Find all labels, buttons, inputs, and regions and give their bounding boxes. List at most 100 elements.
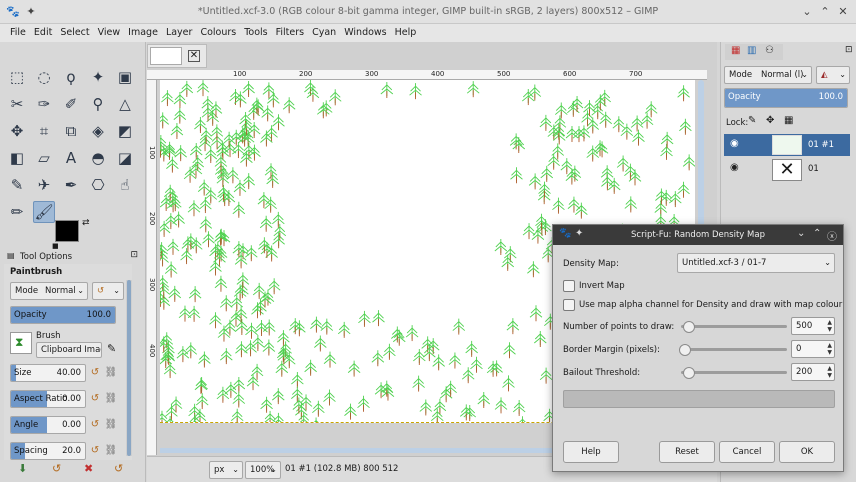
spacing-slider[interactable]: Spacing 20.0 — [10, 442, 86, 460]
close-icon[interactable]: ✕ — [836, 5, 850, 19]
border-spinbox[interactable]: 0 ▲ ▼ — [791, 340, 835, 358]
chevron-up-icon[interactable]: ⌃ — [818, 5, 832, 19]
rect-select-icon[interactable]: ⬚ — [6, 66, 28, 88]
layer-row[interactable]: ◉ 01 #1 — [724, 134, 850, 156]
chevron-down-icon[interactable]: ⌄ — [797, 228, 805, 239]
link-icon[interactable]: ⛓ — [104, 442, 118, 460]
spin-arrows-icon[interactable]: ▲ ▼ — [827, 342, 832, 356]
move-icon[interactable]: ✥ — [6, 120, 28, 142]
eye-icon[interactable]: ◉ — [730, 138, 739, 149]
menu-select[interactable]: Select — [56, 24, 93, 42]
layer-composite-button[interactable]: ◭ ⌄ — [816, 66, 850, 84]
spin-arrows-icon[interactable]: ▲ ▼ — [827, 319, 832, 333]
smudge-icon[interactable]: ☝ — [114, 174, 136, 196]
menu-view[interactable]: View — [94, 24, 125, 42]
bucket-fill-icon[interactable]: ◓ — [87, 147, 109, 169]
cancel-button[interactable]: Cancel — [719, 441, 775, 463]
default-colors-icon[interactable]: ■ — [52, 242, 59, 250]
close-icon[interactable]: ⓧ — [827, 228, 837, 243]
aspect-ratio-slider[interactable]: Aspect Ratio 0.00 — [10, 390, 86, 408]
zoom-select[interactable]: 100% ⌄ — [245, 461, 281, 479]
ok-button[interactable]: OK — [779, 441, 835, 463]
mode-select[interactable]: Mode Normal ⌄ — [10, 282, 88, 300]
save-options-icon[interactable]: ⬇ — [18, 462, 27, 475]
menu-filters[interactable]: Filters — [272, 24, 308, 42]
ink-icon[interactable]: ✒ — [60, 174, 82, 196]
opacity-slider[interactable]: Opacity 100.0 — [10, 306, 116, 324]
spin-arrows-icon[interactable]: ▲ ▼ — [827, 365, 832, 379]
flip-icon[interactable]: ◧ — [6, 147, 28, 169]
warp-icon[interactable]: ◈ — [87, 120, 109, 142]
image-tab[interactable]: ✕ — [147, 44, 207, 68]
lock-position-icon[interactable]: ✥ — [766, 115, 774, 126]
menu-edit[interactable]: Edit — [30, 24, 56, 42]
reset-icon[interactable]: ↺ — [88, 364, 102, 382]
unified-transform-icon[interactable]: ⧉ — [60, 120, 82, 142]
reset-icon[interactable]: ↺ — [88, 416, 102, 434]
brush-name[interactable]: Clipboard Image — [36, 342, 102, 358]
close-icon[interactable]: ✕ — [188, 50, 200, 62]
layer-row[interactable]: ◉ ✕ 01 — [724, 158, 850, 181]
eye-icon[interactable]: ◉ — [730, 162, 739, 173]
brush-preview[interactable]: ⧗ — [10, 332, 32, 354]
reset-options-icon[interactable]: ↺ — [114, 462, 123, 475]
menu-cyan[interactable]: Cyan — [308, 24, 340, 42]
layers-tab-icon[interactable]: ▦ — [731, 45, 740, 56]
mypaint-icon[interactable]: 🖌 — [33, 201, 55, 223]
link-icon[interactable]: ⛓ — [104, 364, 118, 382]
bailout-slider-knob[interactable] — [683, 367, 695, 379]
border-slider-track[interactable] — [681, 348, 787, 351]
mode-reset-button[interactable]: ↺ ⌄ — [92, 282, 124, 300]
scissors-icon[interactable]: ✂ — [6, 93, 28, 115]
menu-layer[interactable]: Layer — [162, 24, 197, 42]
chevron-up-icon[interactable]: ⌃ — [813, 228, 821, 239]
tool-options-tab[interactable]: ▤ Tool Options ⊡ — [4, 250, 142, 264]
menu-file[interactable]: File — [6, 24, 30, 42]
bailout-slider-track[interactable] — [681, 371, 787, 374]
ellipse-select-icon[interactable]: ◌ — [33, 66, 55, 88]
bailout-spinbox[interactable]: 200 ▲ ▼ — [791, 363, 835, 381]
channels-tab-icon[interactable]: ▥ — [747, 45, 756, 56]
menu-windows[interactable]: Windows — [340, 24, 390, 42]
close-icon[interactable]: ⊡ — [130, 250, 138, 260]
size-slider[interactable]: Size 40.00 — [10, 364, 86, 382]
measure-icon[interactable]: △ — [114, 93, 136, 115]
density-map-select[interactable]: Untitled.xcf-3 / 01-7 ⌄ — [677, 253, 835, 273]
swap-colors-icon[interactable]: ⇄ — [82, 218, 90, 228]
angle-slider[interactable]: Angle 0.00 — [10, 416, 86, 434]
foreground-select-icon[interactable]: ▣ — [114, 66, 136, 88]
edit-brush-icon[interactable]: ✎ — [107, 342, 116, 355]
fuzzy-select-icon[interactable]: ✦ — [87, 66, 109, 88]
menu-image[interactable]: Image — [124, 24, 162, 42]
reset-icon[interactable]: ↺ — [88, 390, 102, 408]
paths-tab-icon[interactable]: ⚇ — [765, 45, 774, 56]
text-icon[interactable]: A — [60, 147, 82, 169]
lock-alpha-icon[interactable]: ▦ — [784, 115, 793, 126]
zoom-icon[interactable]: ⚲ — [87, 93, 109, 115]
gradient-icon[interactable]: ◪ — [114, 147, 136, 169]
perspective-icon[interactable]: ▱ — [33, 147, 55, 169]
help-button[interactable]: Help — [563, 441, 619, 463]
paintbrush-icon[interactable]: ✎ — [6, 174, 28, 196]
menu-colours[interactable]: Colours — [196, 24, 240, 42]
menu-tools[interactable]: Tools — [240, 24, 271, 42]
foreground-color-swatch[interactable] — [55, 220, 79, 242]
crop-icon[interactable]: ⌗ — [33, 120, 55, 142]
link-icon[interactable]: ⛓ — [104, 390, 118, 408]
invert-map-checkbox[interactable] — [563, 280, 575, 292]
layer-opacity-slider[interactable]: Opacity 100.0 — [724, 88, 848, 108]
pencil-icon[interactable]: ✏ — [6, 201, 28, 223]
chevron-down-icon[interactable]: ⌄ — [800, 5, 814, 19]
points-slider-knob[interactable] — [683, 321, 695, 333]
menu-help[interactable]: Help — [391, 24, 421, 42]
tool-options-scrollbar[interactable] — [126, 280, 132, 456]
link-icon[interactable]: ⛓ — [104, 416, 118, 434]
restore-options-icon[interactable]: ↺ — [52, 462, 61, 475]
clone-icon[interactable]: ⎔ — [87, 174, 109, 196]
airbrush-icon[interactable]: ✈ — [33, 174, 55, 196]
points-slider-track[interactable] — [681, 325, 787, 328]
reset-button[interactable]: Reset — [659, 441, 715, 463]
paths-icon[interactable]: ✑ — [33, 93, 55, 115]
alpha-channel-checkbox[interactable] — [563, 299, 575, 311]
color-picker-icon[interactable]: ✐ — [60, 93, 82, 115]
